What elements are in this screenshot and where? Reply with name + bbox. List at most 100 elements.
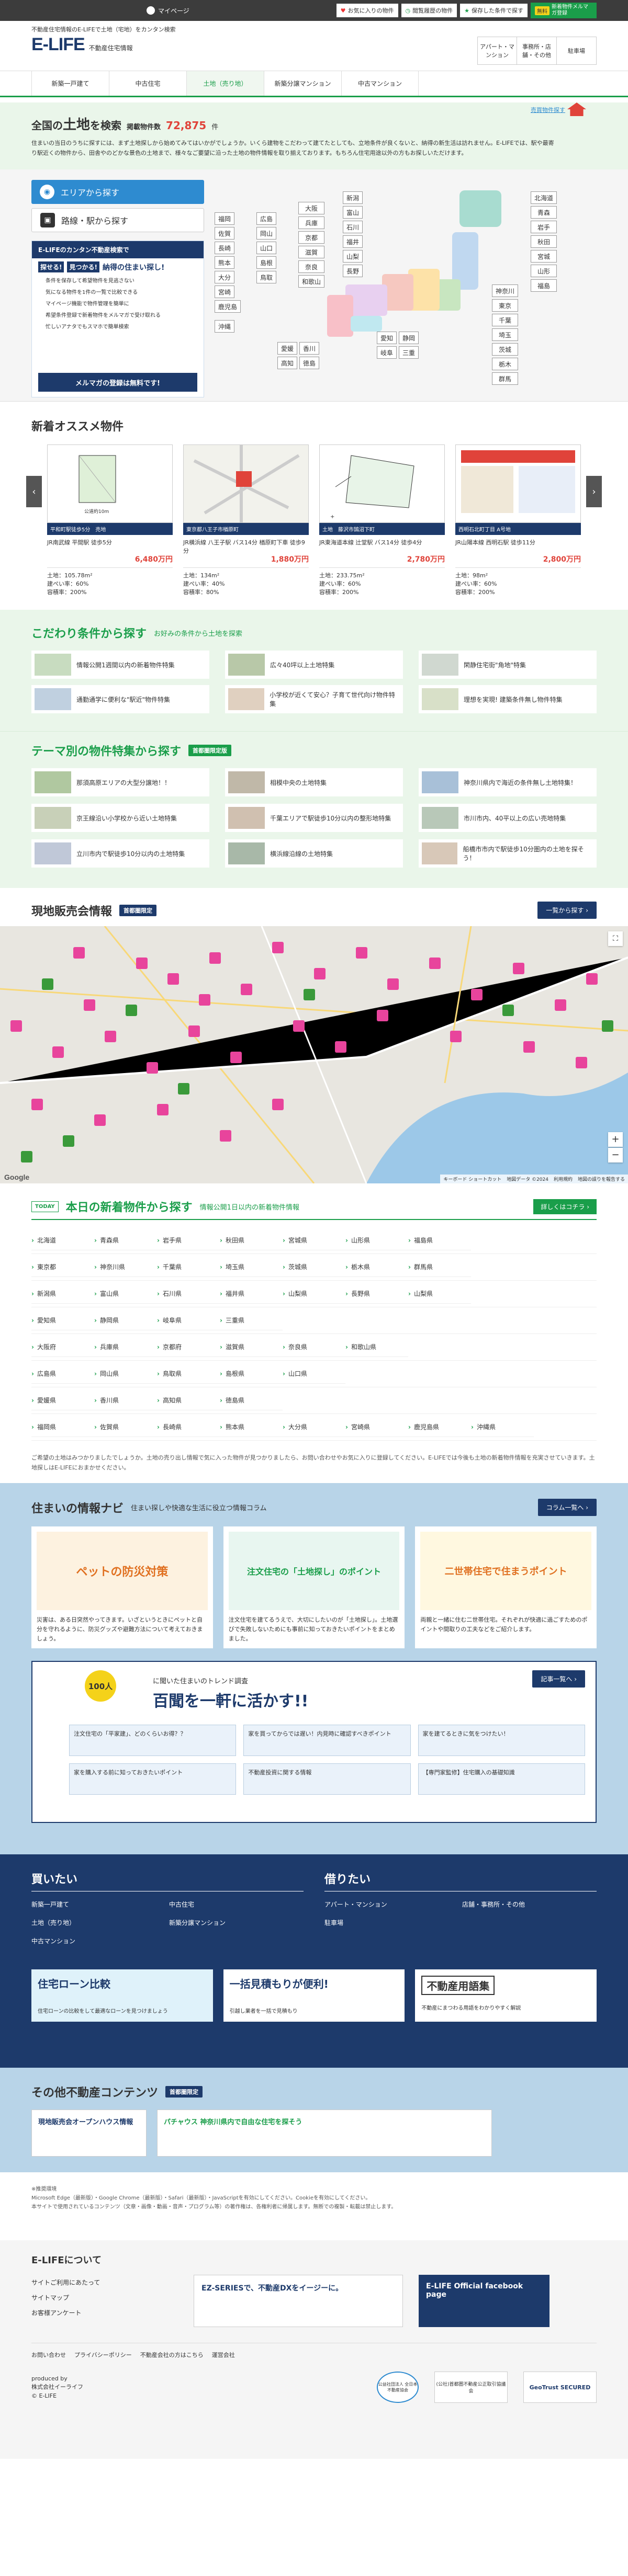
today-pref-link[interactable]: 愛媛県 [31, 1390, 94, 1410]
today-pref-link[interactable]: 京都府 [157, 1337, 220, 1357]
pref-nara[interactable]: 奈良 [298, 260, 324, 273]
pref-ehime[interactable]: 愛媛 [277, 342, 297, 355]
survey-item[interactable]: 注文住宅の「平家建」、どのくらいお得？？ [69, 1725, 237, 1757]
today-pref-link[interactable]: 東京都 [31, 1257, 94, 1277]
today-pref-link[interactable]: 長野県 [345, 1284, 408, 1304]
pref-gunma[interactable]: 群馬 [492, 372, 518, 385]
theme-item[interactable]: 千葉エリアで駅徒歩10分以内の整形地特集 [225, 804, 403, 832]
today-pref-link[interactable]: 岐阜県 [157, 1310, 220, 1330]
moving-banner[interactable]: 一括見積もりが便利! 引越し業者を一括で見積もり [223, 1969, 405, 2022]
fullscreen-button[interactable]: ⛶ [608, 931, 623, 946]
pref-gifu[interactable]: 岐阜 [377, 346, 397, 359]
theme-item[interactable]: 横浜線沿線の土地特集 [225, 839, 403, 868]
pref-tottori[interactable]: 鳥取 [256, 271, 276, 283]
today-pref-link[interactable]: 宮城県 [283, 1230, 345, 1250]
survey-item[interactable]: 不動産投資に関する情報 [243, 1763, 411, 1795]
today-pref-link[interactable]: 熊本県 [220, 1417, 283, 1437]
today-pref-link[interactable]: 山梨県 [408, 1284, 471, 1304]
today-pref-link[interactable]: 滋賀県 [220, 1337, 283, 1357]
pref-hyogo[interactable]: 兵庫 [298, 216, 324, 229]
pref-ibaraki[interactable]: 茨城 [492, 343, 518, 356]
pref-saga[interactable]: 佐賀 [215, 227, 234, 240]
nav-new-mansion[interactable]: 新築分譲マンション [264, 71, 341, 96]
today-pref-link[interactable]: 岡山県 [94, 1364, 157, 1384]
today-pref-link[interactable]: 福井県 [220, 1284, 283, 1304]
pref-chiba[interactable]: 千葉 [492, 314, 518, 326]
pref-kumamoto[interactable]: 熊本 [215, 256, 234, 269]
pref-hokkaido[interactable]: 北海道 [531, 191, 557, 204]
today-pref-link[interactable]: 千葉県 [157, 1257, 220, 1277]
kodawari-item[interactable]: 通勤通学に便利な"駅近"物件特集 [31, 685, 209, 713]
pref-tochigi[interactable]: 栃木 [492, 358, 518, 370]
today-pref-link[interactable]: 山梨県 [283, 1284, 345, 1304]
today-pref-link[interactable]: 福島県 [408, 1230, 471, 1250]
loan-banner[interactable]: 住宅ローン比較 住宅ローンの比較をして最適なローンを見つけましょう [31, 1969, 213, 2022]
survey-list-button[interactable]: 記事一覧へ › [532, 1670, 585, 1688]
pref-okayama[interactable]: 岡山 [256, 227, 276, 240]
footer-link[interactable]: お客様アンケート [31, 2305, 178, 2320]
facebook-banner[interactable]: E-LIFE Official facebook page [419, 2275, 550, 2328]
open-house-banner[interactable]: 現地販売会オープンハウス情報 [31, 2110, 147, 2157]
today-pref-link[interactable]: 佐賀県 [94, 1417, 157, 1437]
today-pref-link[interactable]: 山形県 [345, 1230, 408, 1250]
property-card[interactable]: 西明石北町丁目 A号地 JR山陽本線 西明石駅 徒歩11分 2,800万円 土地… [455, 444, 581, 596]
list-search-button[interactable]: 一覧から探す › [537, 902, 597, 919]
pref-kanagawa[interactable]: 神奈川 [492, 284, 518, 297]
today-pref-link[interactable]: 静岡県 [94, 1310, 157, 1330]
column-card[interactable]: 注文住宅の「土地探し」のポイント 注文住宅を建てるうえで、大切にしたいのが「土地… [223, 1526, 405, 1649]
buy-link-new-mansion[interactable]: 新築分譲マンション [169, 1915, 304, 1930]
today-pref-link[interactable]: 奈良県 [283, 1337, 345, 1357]
pref-fukui[interactable]: 福井 [343, 235, 363, 248]
kodawari-item[interactable]: 情報公開1週間以内の新着物件特集 [31, 651, 209, 679]
today-pref-link[interactable]: 福岡県 [31, 1417, 94, 1437]
column-list-button[interactable]: コラム一覧へ › [537, 1499, 597, 1517]
buy-link-used-house[interactable]: 中古住宅 [169, 1897, 304, 1912]
pref-akita[interactable]: 秋田 [531, 235, 557, 248]
today-pref-link[interactable]: 和歌山県 [345, 1337, 408, 1357]
pref-saitama[interactable]: 埼玉 [492, 328, 518, 341]
pref-yamagata[interactable]: 山形 [531, 265, 557, 277]
pref-niigata[interactable]: 新潟 [343, 191, 363, 204]
column-card[interactable]: 二世帯住宅で住まうポイント 両親と一緒に住む二世帯住宅。それぞれが快適に過ごすた… [415, 1526, 597, 1649]
pref-kyoto[interactable]: 京都 [298, 231, 324, 244]
theme-item[interactable]: 立川市内で駅徒歩10分以内の土地特集 [31, 839, 209, 868]
parking-link[interactable]: 駐車場 [557, 37, 597, 65]
google-map[interactable]: + − ⛶ Google キーボード ショートカット 地図データ ©2024 利用規… [0, 926, 628, 1183]
today-pref-link[interactable]: 石川県 [157, 1284, 220, 1304]
pref-okinawa[interactable]: 沖縄 [215, 320, 234, 333]
pref-fukuoka[interactable]: 福岡 [215, 212, 234, 225]
agent-link[interactable]: 不動産会社の方はこちら [140, 2351, 204, 2359]
today-pref-link[interactable]: 大阪府 [31, 1337, 94, 1357]
theme-item[interactable]: 相模中央の土地特集 [225, 768, 403, 796]
ez-series-banner[interactable]: EZ-SERIESで、不動産DXをイージーに。 [194, 2275, 403, 2328]
today-pref-link[interactable]: 鳥取県 [157, 1364, 220, 1384]
theme-item[interactable]: 船橋市市内で駅徒歩10分圏内の土地を探そう！ [419, 839, 597, 868]
property-card[interactable]: 公道約10m 平和町駅徒歩5分 売地 JR南武線 平間駅 徒歩5分 6,480万… [47, 444, 173, 596]
today-pref-link[interactable]: 埼玉県 [220, 1257, 283, 1277]
today-pref-link[interactable]: 群馬県 [408, 1257, 471, 1277]
today-pref-link[interactable]: 宮崎県 [345, 1417, 408, 1437]
pref-toyama[interactable]: 富山 [343, 206, 363, 219]
buy-link-land[interactable]: 土地（売り地） [31, 1915, 166, 1930]
today-pref-link[interactable]: 沖縄県 [471, 1417, 534, 1437]
rent-link-store[interactable]: 店舗・事務所・その他 [462, 1897, 597, 1912]
pref-yamaguchi[interactable]: 山口 [256, 242, 276, 254]
zoom-out-button[interactable]: − [608, 1148, 623, 1162]
today-pref-link[interactable]: 長崎県 [157, 1417, 220, 1437]
glossary-banner[interactable]: 不動産用語集 不動産にまつわる用語をわかりやすく解説 [415, 1969, 597, 2022]
column-card[interactable]: ペットの防災対策 災害は、ある日突然やってきます。いざというときにペットと自分を… [31, 1526, 213, 1649]
today-pref-link[interactable]: 栃木県 [345, 1257, 408, 1277]
today-pref-link[interactable]: 岩手県 [157, 1230, 220, 1250]
today-pref-link[interactable]: 島根県 [220, 1364, 283, 1384]
carousel-prev-button[interactable]: ‹ [26, 476, 42, 507]
footer-link[interactable]: サイトマップ [31, 2290, 178, 2305]
today-pref-link[interactable]: 鹿児島県 [408, 1417, 471, 1437]
pref-iwate[interactable]: 岩手 [531, 221, 557, 233]
footer-link[interactable]: サイトご利用にあたって [31, 2275, 178, 2290]
tab-line-search[interactable]: ▣ 路線・駅から探す [31, 208, 204, 232]
pref-hiroshima[interactable]: 広島 [256, 212, 276, 225]
survey-item[interactable]: 家を買ってからでは遅い！内見時に確認すべきポイント [243, 1725, 411, 1757]
carousel-next-button[interactable]: › [586, 476, 602, 507]
nav-land[interactable]: 土地（売り地） [186, 71, 264, 96]
kodawari-item[interactable]: 広々40坪以上土地特集 [225, 651, 403, 679]
